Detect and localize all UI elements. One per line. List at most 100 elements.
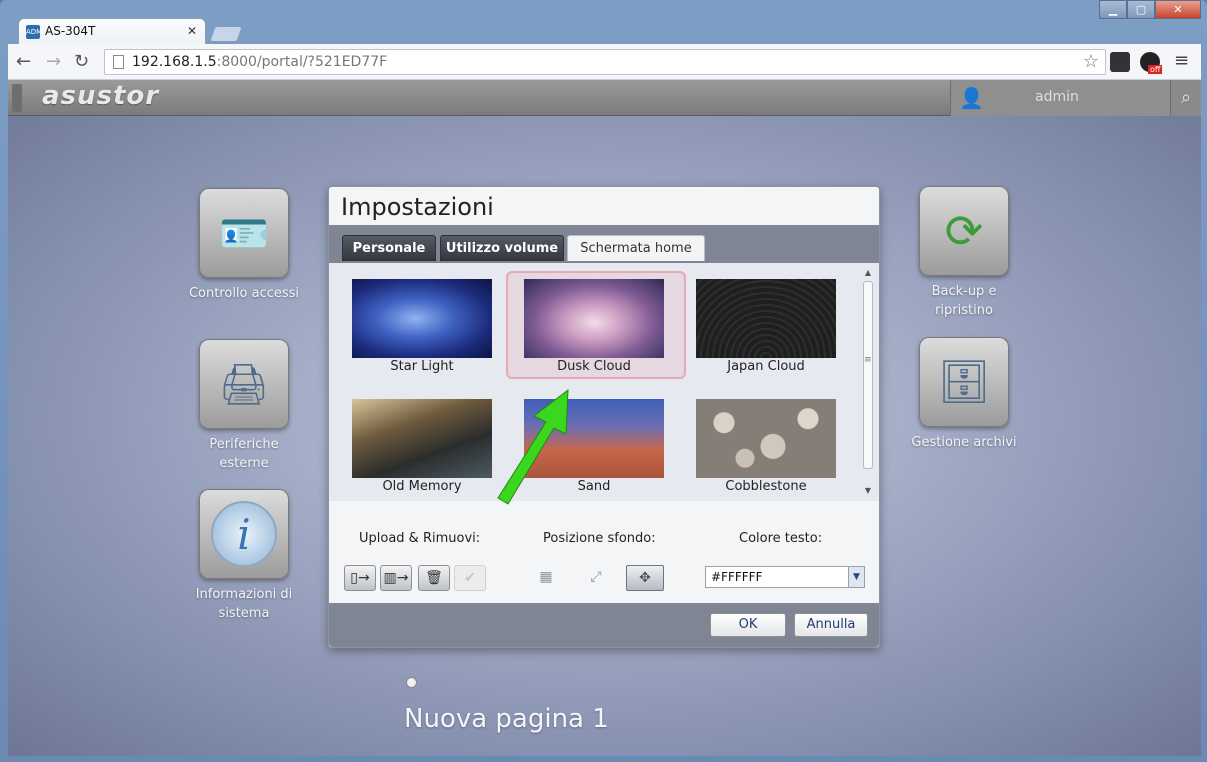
wallpaper-thumbnail <box>352 279 492 358</box>
reload-icon[interactable]: ↻ <box>74 51 89 72</box>
new-tab-button[interactable] <box>209 26 243 42</box>
apply-button[interactable]: ✔ <box>454 565 486 591</box>
favicon-icon: ADM <box>26 25 42 39</box>
minimize-button[interactable]: ▁ <box>1099 0 1127 19</box>
app-backup-restore[interactable]: ⟳ Back-up e ripristino <box>899 186 1029 320</box>
upload-label: Upload & Rimuovi: <box>359 531 481 546</box>
app-tile: 🪪 <box>199 188 289 278</box>
adm-topbar: asustor 👤 admin ⌕ <box>8 80 1201 116</box>
position-label: Posizione sfondo: <box>543 531 656 546</box>
app-file-explorer[interactable]: 🗄 Gestione archivi <box>899 337 1029 452</box>
app-label: Periferiche esterne <box>209 437 279 471</box>
id-card-icon: 🪪 <box>219 210 269 257</box>
backup-icon: ⟳ <box>944 204 984 258</box>
title-bar: ADM AS-304T ✕ ▁ ▢ ✕ <box>0 0 1207 46</box>
text-color-select[interactable]: #FFFFFF ▼ <box>705 566 865 588</box>
extension-badge: off <box>1148 65 1163 74</box>
app-label: Informazioni di sistema <box>195 587 293 621</box>
position-tile-button[interactable]: ▦ <box>527 565 565 591</box>
checkmark-icon: ✔ <box>464 570 476 586</box>
app-label: Gestione archivi <box>911 435 1017 450</box>
scroll-up-icon[interactable]: ▲ <box>862 267 874 279</box>
scroll-down-icon[interactable]: ▼ <box>862 485 874 497</box>
wallpaper-thumbnail <box>696 279 836 358</box>
address-bar[interactable]: 192.168.1.5:8000/portal/?521ED77F ☆ <box>104 49 1106 75</box>
wallpaper-label: Japan Cloud <box>727 359 805 374</box>
cancel-button[interactable]: Annulla <box>794 613 868 637</box>
window-close-button[interactable]: ✕ <box>1155 0 1201 19</box>
wallpaper-cobblestone[interactable]: Cobblestone <box>696 399 836 494</box>
page-name: Nuova pagina 1 <box>404 704 609 734</box>
position-center-button[interactable]: ✥ <box>626 565 664 591</box>
position-stretch-button[interactable]: ⤢ <box>577 565 615 591</box>
tile-icon: ▦ <box>539 569 553 585</box>
menu-icon[interactable]: ≡ <box>1174 50 1189 71</box>
wallpaper-label: Dusk Cloud <box>557 359 631 374</box>
app-external-devices[interactable]: 🖨 Periferiche esterne <box>179 339 309 473</box>
user-icon: 👤 <box>959 86 984 110</box>
dialog-title: Impostazioni <box>341 193 494 221</box>
wallpaper-label: Old Memory <box>382 479 462 494</box>
dialog-tabs: Personale Utilizzo volume Schermata home <box>329 225 879 263</box>
storage-icon: 🗄 <box>937 357 991 406</box>
app-system-info[interactable]: i Informazioni di sistema <box>179 489 309 623</box>
browser-window: ADM AS-304T ✕ ▁ ▢ ✕ ← → ↻ 192.168.1.5:80… <box>0 0 1207 762</box>
chevron-down-icon[interactable]: ▼ <box>848 567 864 587</box>
tab-schermata-home[interactable]: Schermata home <box>567 235 705 261</box>
dialog-footer: OK Annulla <box>329 603 879 647</box>
wallpaper-japan-cloud[interactable]: Japan Cloud <box>696 279 836 374</box>
center-icon: ✥ <box>639 570 651 586</box>
app-label: Back-up e ripristino <box>931 284 997 318</box>
tab-utilizzo-volume[interactable]: Utilizzo volume <box>440 235 564 261</box>
app-tile: 🖨 <box>199 339 289 429</box>
tab-personale[interactable]: Personale <box>342 235 436 261</box>
upload-icon: ▯→ <box>350 570 370 586</box>
upload-multiple-icon: ▥→ <box>383 570 409 586</box>
wallpaper-dusk-cloud[interactable]: Dusk Cloud <box>524 279 664 374</box>
window-controls: ▁ ▢ ✕ <box>1099 0 1201 19</box>
browser-toolbar: ← → ↻ 192.168.1.5:8000/portal/?521ED77F … <box>8 44 1201 80</box>
stretch-icon: ⤢ <box>590 569 602 585</box>
text-color-value: #FFFFFF <box>711 570 763 584</box>
upload-button[interactable]: ▯→ <box>344 565 376 591</box>
delete-button[interactable]: 🗑 <box>418 565 450 591</box>
maximize-button[interactable]: ▢ <box>1127 0 1155 19</box>
app-tile: i <box>199 489 289 579</box>
tab-title: AS-304T <box>45 24 96 38</box>
user-name: admin <box>1035 89 1079 105</box>
taskbar-grip[interactable] <box>12 84 22 112</box>
bookmark-star-icon[interactable]: ☆ <box>1083 51 1099 72</box>
forward-arrow-icon[interactable]: → <box>46 51 61 72</box>
trash-icon: 🗑 <box>425 570 443 586</box>
grip-icon: ≡ <box>864 355 872 365</box>
wallpaper-label: Star Light <box>390 359 454 374</box>
page-indicator[interactable] <box>406 677 417 688</box>
info-icon: i <box>211 501 277 567</box>
back-arrow-icon[interactable]: ← <box>16 51 31 72</box>
asustor-desktop: asustor 👤 admin ⌕ 🪪 Controllo accessi 🖨 … <box>8 80 1201 756</box>
logo: asustor <box>42 81 160 111</box>
app-tile: 🗄 <box>919 337 1009 427</box>
settings-dialog: Impostazioni Personale Utilizzo volume S… <box>328 186 880 648</box>
browser-tab[interactable]: ADM AS-304T ✕ <box>18 18 206 45</box>
textcolor-label: Colore testo: <box>739 531 823 546</box>
wallpaper-star-light[interactable]: Star Light <box>352 279 492 374</box>
printer-icon: 🖨 <box>218 361 270 408</box>
ok-button[interactable]: OK <box>710 613 786 637</box>
url-text: 192.168.1.5:8000/portal/?521ED77F <box>132 54 388 70</box>
upload-multiple-button[interactable]: ▥→ <box>380 565 412 591</box>
extension-icon[interactable] <box>1110 52 1130 72</box>
user-menu[interactable]: 👤 admin <box>950 80 1170 116</box>
wallpaper-gallery: Star Light Dusk Cloud Japan Cloud Old Me… <box>329 263 879 501</box>
search-icon[interactable]: ⌕ <box>1170 80 1201 116</box>
annotation-arrow <box>497 388 569 505</box>
wallpaper-label: Cobblestone <box>725 479 807 494</box>
app-label: Controllo accessi <box>188 286 300 301</box>
gallery-scrollbar[interactable]: ▲ ≡ ▼ <box>862 267 874 497</box>
close-icon[interactable]: ✕ <box>187 24 197 38</box>
app-access-control[interactable]: 🪪 Controllo accessi <box>179 188 309 303</box>
wallpaper-old-memory[interactable]: Old Memory <box>352 399 492 494</box>
scrollbar-thumb[interactable] <box>863 281 873 469</box>
wallpaper-thumbnail <box>352 399 492 478</box>
app-tile: ⟳ <box>919 186 1009 276</box>
